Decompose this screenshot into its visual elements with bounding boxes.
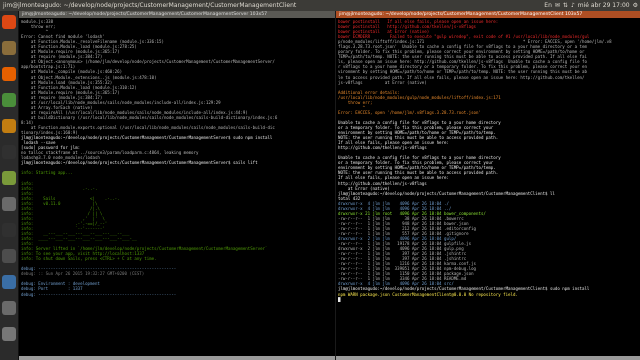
- terminal-left-scrollbar[interactable]: [19, 356, 335, 360]
- workspaces-icon[interactable]: [2, 301, 16, 315]
- terminal-icon[interactable]: [2, 223, 16, 237]
- terminal-right-scrollbar[interactable]: [336, 356, 640, 360]
- files-icon[interactable]: [2, 41, 16, 55]
- terminal-left[interactable]: jim@jlmonteagudo: ~/develop/node/project…: [19, 11, 335, 360]
- tray-item[interactable]: ⚙: [633, 0, 638, 11]
- tray-item[interactable]: ✉: [555, 0, 560, 11]
- document-icon[interactable]: [2, 275, 16, 289]
- tray-item[interactable]: ⇅: [563, 0, 568, 11]
- terminal-line: █: [338, 296, 341, 302]
- system-tray: En ✉ ⇅ ♪ mié abr 29 17:00 ⚙: [544, 0, 638, 11]
- editor-icon[interactable]: [2, 171, 16, 185]
- terminal-right-output: bower postinstall If all else fails, ple…: [336, 18, 640, 302]
- software-center-icon[interactable]: [2, 119, 16, 133]
- tray-item[interactable]: mié abr 29 17:00: [578, 0, 630, 11]
- window-title: jim@jlmonteagudo: ~/develop/node/project…: [3, 2, 297, 9]
- browser-icon[interactable]: [2, 67, 16, 81]
- tray-item[interactable]: En: [544, 0, 552, 11]
- settings-icon[interactable]: [2, 197, 16, 211]
- launcher: [0, 11, 19, 360]
- top-panel: jim@jlmonteagudo: ~/develop/node/project…: [0, 0, 640, 11]
- terminal-left-output: module.js:338 throw err; ^ Error: Cannot …: [19, 18, 335, 297]
- tray-item[interactable]: ♪: [571, 0, 575, 11]
- chrome-icon[interactable]: [2, 93, 16, 107]
- terminal-icon[interactable]: [2, 145, 16, 159]
- sublime-icon[interactable]: [2, 249, 16, 263]
- terminal-left-title: jim@jlmonteagudo: ~/develop/node/project…: [19, 11, 335, 18]
- trash-icon[interactable]: [2, 327, 16, 341]
- dash-icon[interactable]: [2, 15, 16, 29]
- terminal-right[interactable]: jim@jlmonteagudo: ~/develop/node/project…: [336, 11, 640, 360]
- terminal-right-title: jim@jlmonteagudo: ~/develop/node/project…: [336, 11, 640, 18]
- terminal-line: debug: ---------------------------------…: [21, 291, 177, 297]
